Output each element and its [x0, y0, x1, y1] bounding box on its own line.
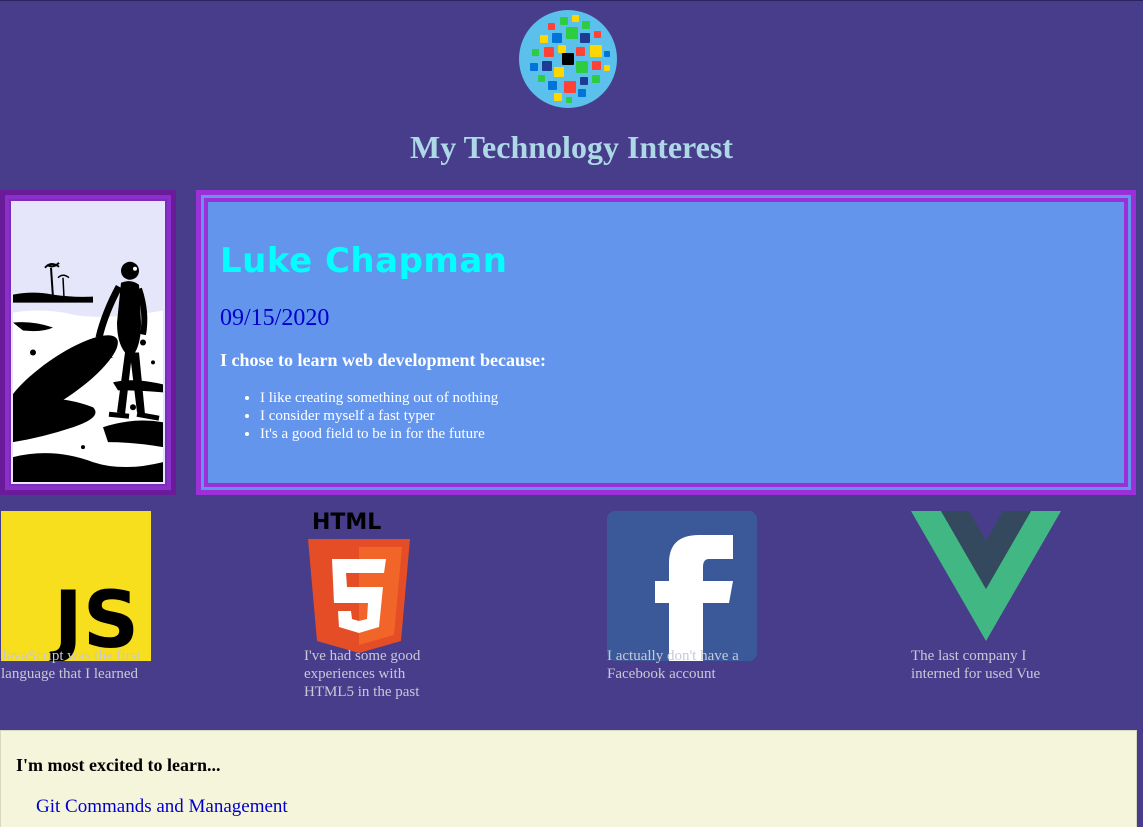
- tech-caption: JavaScript was the first language that I…: [1, 648, 141, 682]
- bio-panel: Luke Chapman 09/15/2020 I chose to learn…: [196, 190, 1136, 495]
- profile-date: 09/15/2020: [220, 305, 330, 331]
- facebook-icon: [607, 511, 757, 661]
- learn-section: I'm most excited to learn... Git Command…: [0, 730, 1137, 827]
- tech-card-javascript: JS JavaScript was the first language tha…: [1, 511, 156, 682]
- tech-caption: I've had some good experiences with HTML…: [304, 648, 421, 700]
- git-commands-link[interactable]: Git Commands and Management: [36, 796, 1121, 818]
- page-title: My Technology Interest: [410, 129, 733, 165]
- javascript-icon: JS: [1, 511, 151, 661]
- profile-photo-frame: [0, 190, 176, 495]
- tech-card-html5: HTML I've had some good experiences with…: [304, 511, 459, 700]
- vue-icon: [911, 511, 1061, 641]
- list-item: It's a good field to be in for the futur…: [260, 425, 1112, 443]
- svg-text:HTML: HTML: [312, 511, 381, 535]
- profile-name: Luke Chapman: [220, 241, 508, 281]
- learn-heading: I'm most excited to learn...: [16, 755, 221, 775]
- list-item: I consider myself a fast typer: [260, 407, 1112, 425]
- mosaic-circle-logo-icon: [518, 9, 618, 109]
- tech-caption: The last company I interned for used Vue: [911, 648, 1041, 682]
- reasons-heading: I chose to learn web development because…: [220, 350, 546, 370]
- tech-card-vue: The last company I interned for used Vue: [911, 511, 1066, 682]
- reasons-list: I like creating something out of nothing…: [260, 389, 1112, 443]
- html5-icon: HTML: [308, 511, 410, 653]
- tech-caption: I actually don't have a Facebook account: [607, 648, 739, 682]
- list-item: I like creating something out of nothing: [260, 389, 1112, 407]
- surfer-photo: [9, 199, 167, 486]
- tech-card-facebook: I actually don't have a Facebook account: [607, 511, 762, 682]
